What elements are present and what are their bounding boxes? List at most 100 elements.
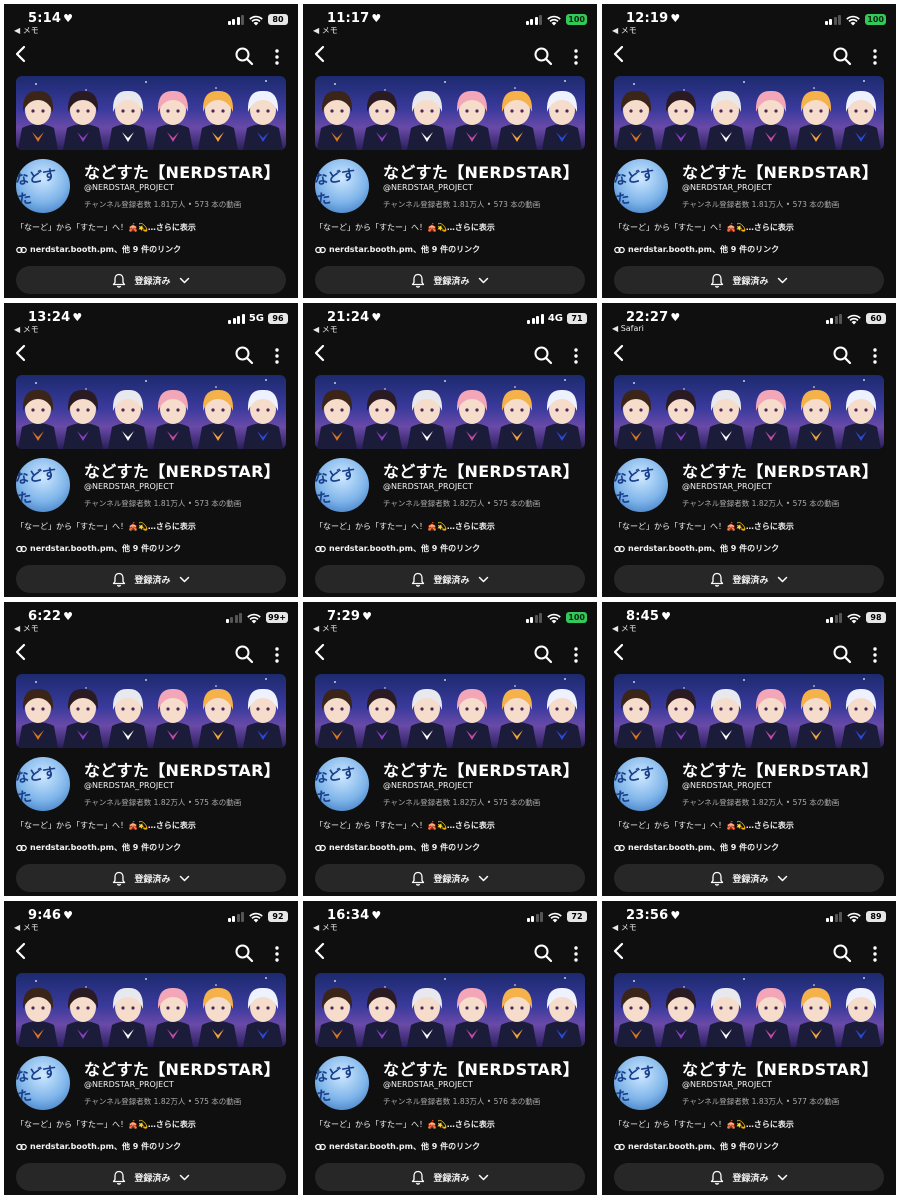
subscribed-button[interactable]: 登録済み — [16, 1163, 286, 1191]
subscribed-button[interactable]: 登録済み — [614, 1163, 884, 1191]
channel-avatar[interactable]: などすた — [614, 458, 668, 512]
channel-description[interactable]: 「なーど」から「すたー」へ！🎪💫…さらに表示 — [614, 1119, 794, 1130]
more-options-button[interactable] — [272, 347, 282, 365]
more-options-button[interactable] — [272, 646, 282, 664]
back-button[interactable] — [14, 44, 30, 64]
back-to-app-link[interactable]: ◀ メモ — [612, 25, 637, 36]
search-button[interactable] — [234, 644, 254, 664]
channel-avatar[interactable]: などすた — [315, 458, 369, 512]
channel-avatar[interactable]: などすた — [614, 159, 668, 213]
subscribed-button[interactable]: 登録済み — [315, 565, 585, 593]
channel-description[interactable]: 「なーど」から「すたー」へ！🎪💫…さらに表示 — [614, 521, 794, 532]
search-button[interactable] — [234, 943, 254, 963]
search-button[interactable] — [533, 943, 553, 963]
more-options-button[interactable] — [571, 347, 581, 365]
back-button[interactable] — [14, 343, 30, 363]
channel-links[interactable]: nerdstar.booth.pm、他 9 件のリンク — [614, 842, 779, 853]
channel-description[interactable]: 「なーど」から「すたー」へ！🎪💫…さらに表示 — [315, 1119, 495, 1130]
channel-avatar[interactable]: などすた — [16, 1056, 70, 1110]
back-to-app-link[interactable]: ◀ メモ — [313, 25, 338, 36]
channel-avatar[interactable]: などすた — [16, 757, 70, 811]
search-button[interactable] — [234, 46, 254, 66]
more-options-button[interactable] — [571, 646, 581, 664]
more-options-button[interactable] — [571, 945, 581, 963]
channel-links[interactable]: nerdstar.booth.pm、他 9 件のリンク — [16, 1141, 181, 1152]
channel-links[interactable]: nerdstar.booth.pm、他 9 件のリンク — [614, 1141, 779, 1152]
show-more-link[interactable]: …さらに表示 — [746, 1120, 794, 1129]
subscribed-button[interactable]: 登録済み — [16, 565, 286, 593]
channel-description[interactable]: 「なーど」から「すたー」へ！🎪💫…さらに表示 — [16, 820, 196, 831]
show-more-link[interactable]: …さらに表示 — [447, 223, 495, 232]
back-to-app-link[interactable]: ◀ Safari — [612, 324, 644, 333]
search-button[interactable] — [832, 644, 852, 664]
back-to-app-link[interactable]: ◀ メモ — [14, 922, 39, 933]
back-button[interactable] — [14, 941, 30, 961]
show-more-link[interactable]: …さらに表示 — [447, 1120, 495, 1129]
search-button[interactable] — [832, 46, 852, 66]
subscribed-button[interactable]: 登録済み — [614, 266, 884, 294]
channel-description[interactable]: 「なーど」から「すたー」へ！🎪💫…さらに表示 — [315, 222, 495, 233]
channel-links[interactable]: nerdstar.booth.pm、他 9 件のリンク — [315, 244, 480, 255]
channel-avatar[interactable]: などすた — [16, 458, 70, 512]
channel-description[interactable]: 「なーど」から「すたー」へ！🎪💫…さらに表示 — [16, 521, 196, 532]
subscribed-button[interactable]: 登録済み — [315, 266, 585, 294]
show-more-link[interactable]: …さらに表示 — [148, 821, 196, 830]
channel-avatar[interactable]: などすた — [315, 1056, 369, 1110]
search-button[interactable] — [234, 345, 254, 365]
back-button[interactable] — [313, 44, 329, 64]
more-options-button[interactable] — [870, 646, 880, 664]
subscribed-button[interactable]: 登録済み — [16, 864, 286, 892]
channel-description[interactable]: 「なーど」から「すたー」へ！🎪💫…さらに表示 — [614, 222, 794, 233]
back-button[interactable] — [612, 941, 628, 961]
more-options-button[interactable] — [571, 48, 581, 66]
back-button[interactable] — [612, 642, 628, 662]
more-options-button[interactable] — [870, 347, 880, 365]
channel-avatar[interactable]: などすた — [315, 757, 369, 811]
channel-avatar[interactable]: などすた — [16, 159, 70, 213]
back-to-app-link[interactable]: ◀ メモ — [313, 623, 338, 634]
back-button[interactable] — [612, 343, 628, 363]
show-more-link[interactable]: …さらに表示 — [746, 223, 794, 232]
channel-links[interactable]: nerdstar.booth.pm、他 9 件のリンク — [315, 1141, 480, 1152]
back-button[interactable] — [14, 642, 30, 662]
channel-description[interactable]: 「なーど」から「すたー」へ！🎪💫…さらに表示 — [315, 521, 495, 532]
more-options-button[interactable] — [272, 48, 282, 66]
more-options-button[interactable] — [870, 945, 880, 963]
show-more-link[interactable]: …さらに表示 — [148, 1120, 196, 1129]
show-more-link[interactable]: …さらに表示 — [746, 522, 794, 531]
show-more-link[interactable]: …さらに表示 — [746, 821, 794, 830]
back-to-app-link[interactable]: ◀ メモ — [612, 922, 637, 933]
show-more-link[interactable]: …さらに表示 — [447, 821, 495, 830]
back-button[interactable] — [313, 941, 329, 961]
channel-description[interactable]: 「なーど」から「すたー」へ！🎪💫…さらに表示 — [16, 222, 196, 233]
channel-links[interactable]: nerdstar.booth.pm、他 9 件のリンク — [16, 543, 181, 554]
more-options-button[interactable] — [870, 48, 880, 66]
back-to-app-link[interactable]: ◀ メモ — [14, 623, 39, 634]
channel-links[interactable]: nerdstar.booth.pm、他 9 件のリンク — [16, 842, 181, 853]
search-button[interactable] — [832, 943, 852, 963]
subscribed-button[interactable]: 登録済み — [614, 565, 884, 593]
show-more-link[interactable]: …さらに表示 — [447, 522, 495, 531]
show-more-link[interactable]: …さらに表示 — [148, 223, 196, 232]
channel-links[interactable]: nerdstar.booth.pm、他 9 件のリンク — [16, 244, 181, 255]
back-to-app-link[interactable]: ◀ メモ — [612, 623, 637, 634]
back-button[interactable] — [612, 44, 628, 64]
search-button[interactable] — [533, 345, 553, 365]
search-button[interactable] — [533, 46, 553, 66]
subscribed-button[interactable]: 登録済み — [16, 266, 286, 294]
back-to-app-link[interactable]: ◀ メモ — [313, 324, 338, 335]
channel-description[interactable]: 「なーど」から「すたー」へ！🎪💫…さらに表示 — [614, 820, 794, 831]
channel-description[interactable]: 「なーど」から「すたー」へ！🎪💫…さらに表示 — [16, 1119, 196, 1130]
channel-links[interactable]: nerdstar.booth.pm、他 9 件のリンク — [614, 244, 779, 255]
channel-avatar[interactable]: などすた — [614, 757, 668, 811]
back-button[interactable] — [313, 343, 329, 363]
more-options-button[interactable] — [272, 945, 282, 963]
show-more-link[interactable]: …さらに表示 — [148, 522, 196, 531]
subscribed-button[interactable]: 登録済み — [315, 864, 585, 892]
search-button[interactable] — [533, 644, 553, 664]
channel-links[interactable]: nerdstar.booth.pm、他 9 件のリンク — [315, 543, 480, 554]
subscribed-button[interactable]: 登録済み — [315, 1163, 585, 1191]
subscribed-button[interactable]: 登録済み — [614, 864, 884, 892]
channel-links[interactable]: nerdstar.booth.pm、他 9 件のリンク — [315, 842, 480, 853]
back-to-app-link[interactable]: ◀ メモ — [14, 324, 39, 335]
